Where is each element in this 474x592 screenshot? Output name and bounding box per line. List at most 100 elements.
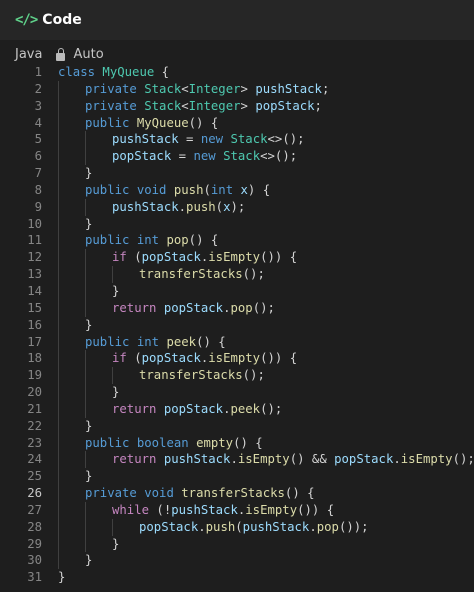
code-text: return popStack.peek(); bbox=[58, 401, 282, 418]
line-number: 15 bbox=[27, 300, 42, 315]
code-token: ()) { bbox=[260, 250, 298, 265]
code-line[interactable]: 27 while (!pushStack.isEmpty()) { bbox=[0, 502, 474, 519]
code-line[interactable]: 29} bbox=[0, 536, 474, 553]
mode-label: Auto bbox=[73, 47, 104, 62]
code-token: if bbox=[112, 250, 135, 265]
code-line[interactable]: 6 popStack = new Stack<>(); bbox=[0, 148, 474, 165]
code-text: public boolean empty() { bbox=[58, 435, 263, 452]
code-token: (); bbox=[252, 300, 275, 315]
indent-guide bbox=[58, 249, 85, 266]
code-line[interactable]: 2 private Stack<Integer> pushStack; bbox=[0, 81, 474, 98]
code-text: return popStack.pop(); bbox=[58, 300, 275, 317]
code-text: } bbox=[58, 418, 92, 435]
code-line[interactable]: 3 private Stack<Integer> popStack; bbox=[0, 98, 474, 115]
code-text: class MyQueue { bbox=[58, 64, 169, 81]
code-token: } bbox=[112, 283, 120, 298]
code-token: ( bbox=[134, 351, 142, 366]
code-text: private void transferStacks() { bbox=[58, 485, 315, 502]
code-token: pushStack bbox=[163, 452, 231, 467]
code-line[interactable]: 26 private void transferStacks() { bbox=[0, 485, 474, 502]
code-token: pop bbox=[230, 300, 253, 315]
code-token: transferStacks bbox=[139, 368, 243, 383]
code-panel: </> Code Java Auto 1 class MyQueue {2 priv… bbox=[0, 0, 474, 592]
code-line[interactable]: 10} bbox=[0, 216, 474, 233]
code-line[interactable]: 15 return popStack.pop(); bbox=[0, 300, 474, 317]
indent-guide bbox=[58, 485, 85, 502]
code-token: ( bbox=[215, 199, 224, 214]
code-line[interactable]: 7} bbox=[0, 165, 474, 182]
code-line[interactable]: 28 popStack.push(pushStack.pop()); bbox=[0, 519, 474, 536]
indent-guide bbox=[58, 115, 85, 132]
indent-guide bbox=[85, 266, 112, 283]
code-text: } bbox=[58, 569, 65, 586]
code-line[interactable]: 25} bbox=[0, 468, 474, 485]
code-line[interactable]: 5 pushStack = new Stack<>(); bbox=[0, 131, 474, 148]
code-line[interactable]: 4 public MyQueue() { bbox=[0, 115, 474, 132]
indent-guide bbox=[58, 519, 85, 536]
code-line[interactable]: 1 class MyQueue { bbox=[0, 64, 474, 81]
code-text: } bbox=[58, 216, 92, 233]
indent-guide bbox=[58, 165, 85, 182]
code-line[interactable]: 14} bbox=[0, 283, 474, 300]
code-token: ()) { bbox=[297, 502, 335, 517]
code-line[interactable]: 8 public void push(int x) { bbox=[0, 182, 474, 199]
code-token: } bbox=[85, 317, 93, 332]
code-token: > bbox=[240, 81, 256, 96]
code-text: if (popStack.isEmpty()) { bbox=[58, 350, 297, 367]
code-line[interactable]: 30} bbox=[0, 552, 474, 569]
code-line[interactable]: 12 if (popStack.isEmpty()) { bbox=[0, 249, 474, 266]
code-token: isEmpty bbox=[245, 502, 298, 517]
code-line[interactable]: 20} bbox=[0, 384, 474, 401]
code-token: private bbox=[85, 486, 145, 501]
code-text: pushStack.push(x); bbox=[58, 199, 245, 216]
code-line[interactable]: 13 transferStacks(); bbox=[0, 266, 474, 283]
code-token: . bbox=[230, 452, 238, 467]
code-token: class bbox=[58, 65, 103, 79]
code-token: isEmpty bbox=[237, 452, 290, 467]
code-text: private Stack<Integer> popStack; bbox=[58, 98, 322, 115]
code-token: } bbox=[112, 385, 120, 400]
code-token: popStack bbox=[141, 250, 201, 265]
line-number: 14 bbox=[27, 283, 42, 298]
code-line[interactable]: 23 public boolean empty() { bbox=[0, 435, 474, 452]
panel-header: </> Code bbox=[0, 0, 474, 40]
code-token: () { bbox=[188, 233, 219, 248]
indent-guide bbox=[58, 367, 85, 384]
code-token: popStack bbox=[112, 149, 172, 164]
indent-guide bbox=[112, 266, 139, 283]
indent-guide bbox=[58, 468, 85, 485]
language-selector[interactable]: Java bbox=[15, 47, 42, 62]
code-text: transferStacks(); bbox=[58, 367, 265, 384]
code-text: public int peek() { bbox=[58, 334, 226, 351]
code-line[interactable]: 21 return popStack.peek(); bbox=[0, 401, 474, 418]
code-token: push bbox=[205, 519, 236, 534]
code-line[interactable]: 19 transferStacks(); bbox=[0, 367, 474, 384]
code-line[interactable]: 11 public int pop() { bbox=[0, 232, 474, 249]
code-token: } bbox=[85, 166, 93, 181]
code-line[interactable]: 16} bbox=[0, 317, 474, 334]
code-editor[interactable]: 1 class MyQueue {2 private Stack<Integer> … bbox=[0, 64, 474, 586]
code-text: } bbox=[58, 317, 92, 334]
code-text: private Stack<Integer> pushStack; bbox=[58, 81, 329, 98]
code-token: void bbox=[144, 486, 182, 501]
code-line[interactable]: 18 if (popStack.isEmpty()) { bbox=[0, 350, 474, 367]
code-token: () { bbox=[233, 435, 263, 450]
code-token: () { bbox=[188, 115, 219, 130]
code-token: < bbox=[181, 98, 189, 113]
code-line[interactable]: 9 pushStack.push(x); bbox=[0, 199, 474, 216]
code-token: push bbox=[173, 182, 204, 197]
code-token: ()); bbox=[338, 519, 369, 534]
indent-guide bbox=[85, 384, 112, 401]
code-token: popStack bbox=[139, 519, 199, 534]
line-number: 28 bbox=[27, 519, 42, 534]
code-line[interactable]: 22} bbox=[0, 418, 474, 435]
code-line[interactable]: 24 return pushStack.isEmpty() && popStack… bbox=[0, 451, 474, 468]
line-number: 25 bbox=[27, 469, 42, 484]
code-token: Integer bbox=[188, 81, 241, 96]
code-token: ); bbox=[230, 199, 246, 214]
code-token: ) { bbox=[247, 182, 271, 197]
code-token: ( bbox=[134, 250, 142, 265]
code-line[interactable]: 17 public int peek() { bbox=[0, 334, 474, 351]
code-line[interactable]: 31} bbox=[0, 569, 474, 586]
line-number: 13 bbox=[27, 267, 42, 282]
